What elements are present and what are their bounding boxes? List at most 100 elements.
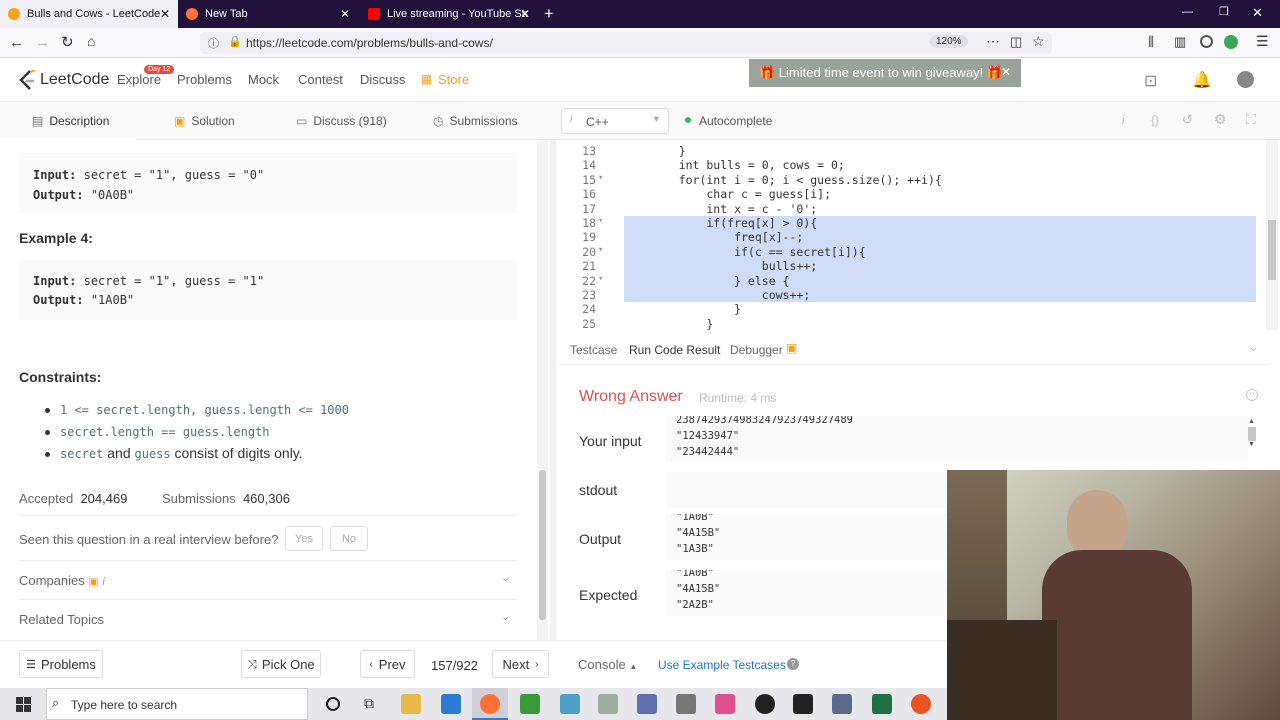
extension-icon[interactable] <box>1224 35 1238 49</box>
banner-close-icon[interactable]: ✕ <box>1001 65 1011 79</box>
page-info-icon[interactable]: ⓘ <box>208 35 219 51</box>
ubuntu-icon[interactable] <box>911 694 931 714</box>
tab-run-code-result[interactable]: Run Code Result <box>629 343 720 357</box>
maximize-icon[interactable]: ❐ <box>1219 5 1229 18</box>
home-icon[interactable]: ⌂ <box>87 33 95 49</box>
new-tab-button[interactable]: + <box>544 4 554 24</box>
chevron-down-icon[interactable]: ⌄ <box>501 610 510 623</box>
user-avatar-icon[interactable] <box>1237 71 1254 88</box>
giveaway-banner[interactable]: 🎁 Limited time event to win giveaway! 🎁 … <box>749 59 1021 87</box>
close-window-icon[interactable]: ✕ <box>1252 5 1263 21</box>
scrollbar-thumb[interactable] <box>1268 220 1276 280</box>
tab-discuss[interactable]: ▭ Discuss (918) <box>296 114 387 128</box>
tab-testcase[interactable]: Testcase <box>570 343 617 357</box>
minimize-icon[interactable]: — <box>1182 6 1193 18</box>
windows-start-icon[interactable] <box>16 697 31 712</box>
nav-store[interactable]: Store <box>438 72 469 87</box>
nav-explore[interactable]: Explore <box>117 72 161 87</box>
network-icon[interactable] <box>637 694 657 714</box>
more-icon[interactable]: ⋯ <box>986 33 1000 50</box>
tab-submissions[interactable]: ◷ Submissions <box>433 114 518 128</box>
app-icon[interactable] <box>560 694 580 714</box>
next-button[interactable]: Next › <box>492 650 549 678</box>
chevron-down-icon[interactable]: ⌄ <box>501 571 510 584</box>
url-bar[interactable]: ⓘ 🔒 https://leetcode.com/problems/bulls-… <box>200 32 1052 54</box>
nav-problems[interactable]: Problems <box>177 72 232 87</box>
companies-row[interactable]: Companies ▣ i <box>19 573 105 588</box>
account-icon[interactable] <box>1200 35 1213 48</box>
library-icon[interactable]: ⫼ <box>1148 34 1154 50</box>
logo-text[interactable]: LeetCode <box>40 71 109 89</box>
related-topics-row[interactable]: Related Topics <box>19 612 104 627</box>
editor-scrollbar[interactable] <box>1266 140 1278 330</box>
fold-arrow-icon[interactable]: ▾ <box>598 245 603 255</box>
problems-list-button[interactable]: ☰ Problems <box>19 650 103 678</box>
description-scrollbar[interactable] <box>537 140 548 640</box>
nav-contest[interactable]: Contest <box>298 72 343 87</box>
terminal-icon[interactable] <box>793 694 813 714</box>
fold-arrow-icon[interactable]: ▾ <box>598 274 603 284</box>
help-icon[interactable]: ? <box>1246 389 1258 401</box>
task-view-icon[interactable]: ⧉ <box>364 695 374 712</box>
obs-icon[interactable] <box>755 694 775 714</box>
taskbar-search-box[interactable]: ⌕ Type here to search <box>46 688 308 720</box>
cortana-icon[interactable] <box>326 697 340 711</box>
scrollbar-thumb[interactable] <box>1248 427 1256 441</box>
scroll-up-icon[interactable]: ▲ <box>1248 418 1258 425</box>
prev-button[interactable]: ‹ Prev <box>360 650 415 678</box>
fold-arrow-icon[interactable]: ▾ <box>598 173 603 183</box>
firefox-taskbar-button[interactable] <box>472 688 508 720</box>
calculator-icon[interactable] <box>676 694 696 714</box>
input-scrollbar[interactable]: ▲ ▼ <box>1248 418 1258 460</box>
tab-debugger[interactable]: Debugger <box>730 343 783 357</box>
pocket-icon[interactable]: ◫ <box>1010 34 1022 50</box>
close-tab-icon[interactable]: ✕ <box>520 7 530 21</box>
file-explorer-icon[interactable] <box>401 694 421 714</box>
back-icon[interactable]: ← <box>9 34 24 51</box>
browser-tab-leetcode[interactable]: Bulls and Cows - LeetCode ✕ <box>0 0 178 28</box>
panel-splitter[interactable] <box>550 140 556 640</box>
bookmark-star-icon[interactable]: ☆ <box>1032 33 1045 50</box>
sidebar-icon[interactable]: ▥ <box>1174 34 1186 50</box>
leetcode-logo-icon[interactable] <box>18 69 36 90</box>
reload-icon[interactable]: ↻ <box>61 33 74 51</box>
language-select[interactable]: i C++ ▼ <box>561 108 669 134</box>
nav-mock[interactable]: Mock <box>248 72 279 87</box>
chevron-down-icon[interactable]: ⌄ <box>1248 339 1259 355</box>
app-icon[interactable] <box>715 694 735 714</box>
no-button[interactable]: No <box>330 526 368 551</box>
close-tab-icon[interactable]: ✕ <box>160 7 170 21</box>
tab-description[interactable]: ▤ Description <box>32 114 109 128</box>
use-example-testcases-link[interactable]: Use Example Testcases <box>658 658 786 672</box>
scrollbar-thumb[interactable] <box>539 470 546 620</box>
playground-icon[interactable]: ⊡ <box>1144 71 1157 91</box>
notification-bell-icon[interactable]: 🔔 <box>1192 70 1212 90</box>
info-icon[interactable]: i <box>1122 113 1125 127</box>
braces-icon[interactable]: {} <box>1151 113 1159 127</box>
close-tab-icon[interactable]: ✕ <box>340 7 350 21</box>
fold-arrow-icon[interactable]: ▾ <box>598 216 603 226</box>
scroll-down-icon[interactable]: ▼ <box>1248 441 1258 448</box>
forward-icon[interactable]: → <box>35 34 50 51</box>
fullscreen-icon[interactable]: ⛶ <box>1246 111 1256 128</box>
help-icon[interactable]: ? <box>787 658 799 670</box>
autocomplete-toggle[interactable]: Autocomplete <box>699 114 772 128</box>
tab-solution[interactable]: ▣ Solution <box>174 114 235 128</box>
app-icon[interactable] <box>832 694 852 714</box>
vscode-icon[interactable] <box>441 694 461 714</box>
pick-one-button[interactable]: ⤨ Pick One <box>241 650 321 678</box>
url-text[interactable]: https://leetcode.com/problems/bulls-and-… <box>246 36 493 50</box>
excel-icon[interactable] <box>872 694 892 714</box>
browser-tab-youtube[interactable]: Live streaming - YouTube Studi ✕ <box>360 0 538 28</box>
menu-icon[interactable]: ☰ <box>1256 33 1269 50</box>
zoom-level[interactable]: 120% <box>930 35 968 48</box>
browser-tab-newtab[interactable]: New Tab ✕ <box>178 0 358 28</box>
code-editor[interactable]: 13 } 14 int bulls = 0, cows = 0; 15 ▾ for(i… <box>558 140 1270 330</box>
settings-gear-icon[interactable]: ⚙ <box>1214 111 1227 128</box>
paint-icon[interactable] <box>598 694 618 714</box>
notepad-icon[interactable] <box>520 694 540 714</box>
nav-discuss[interactable]: Discuss <box>360 72 406 87</box>
reset-icon[interactable]: ↺ <box>1182 112 1193 128</box>
yes-button[interactable]: Yes <box>285 526 323 551</box>
console-toggle[interactable]: Console ▲ <box>578 657 637 672</box>
